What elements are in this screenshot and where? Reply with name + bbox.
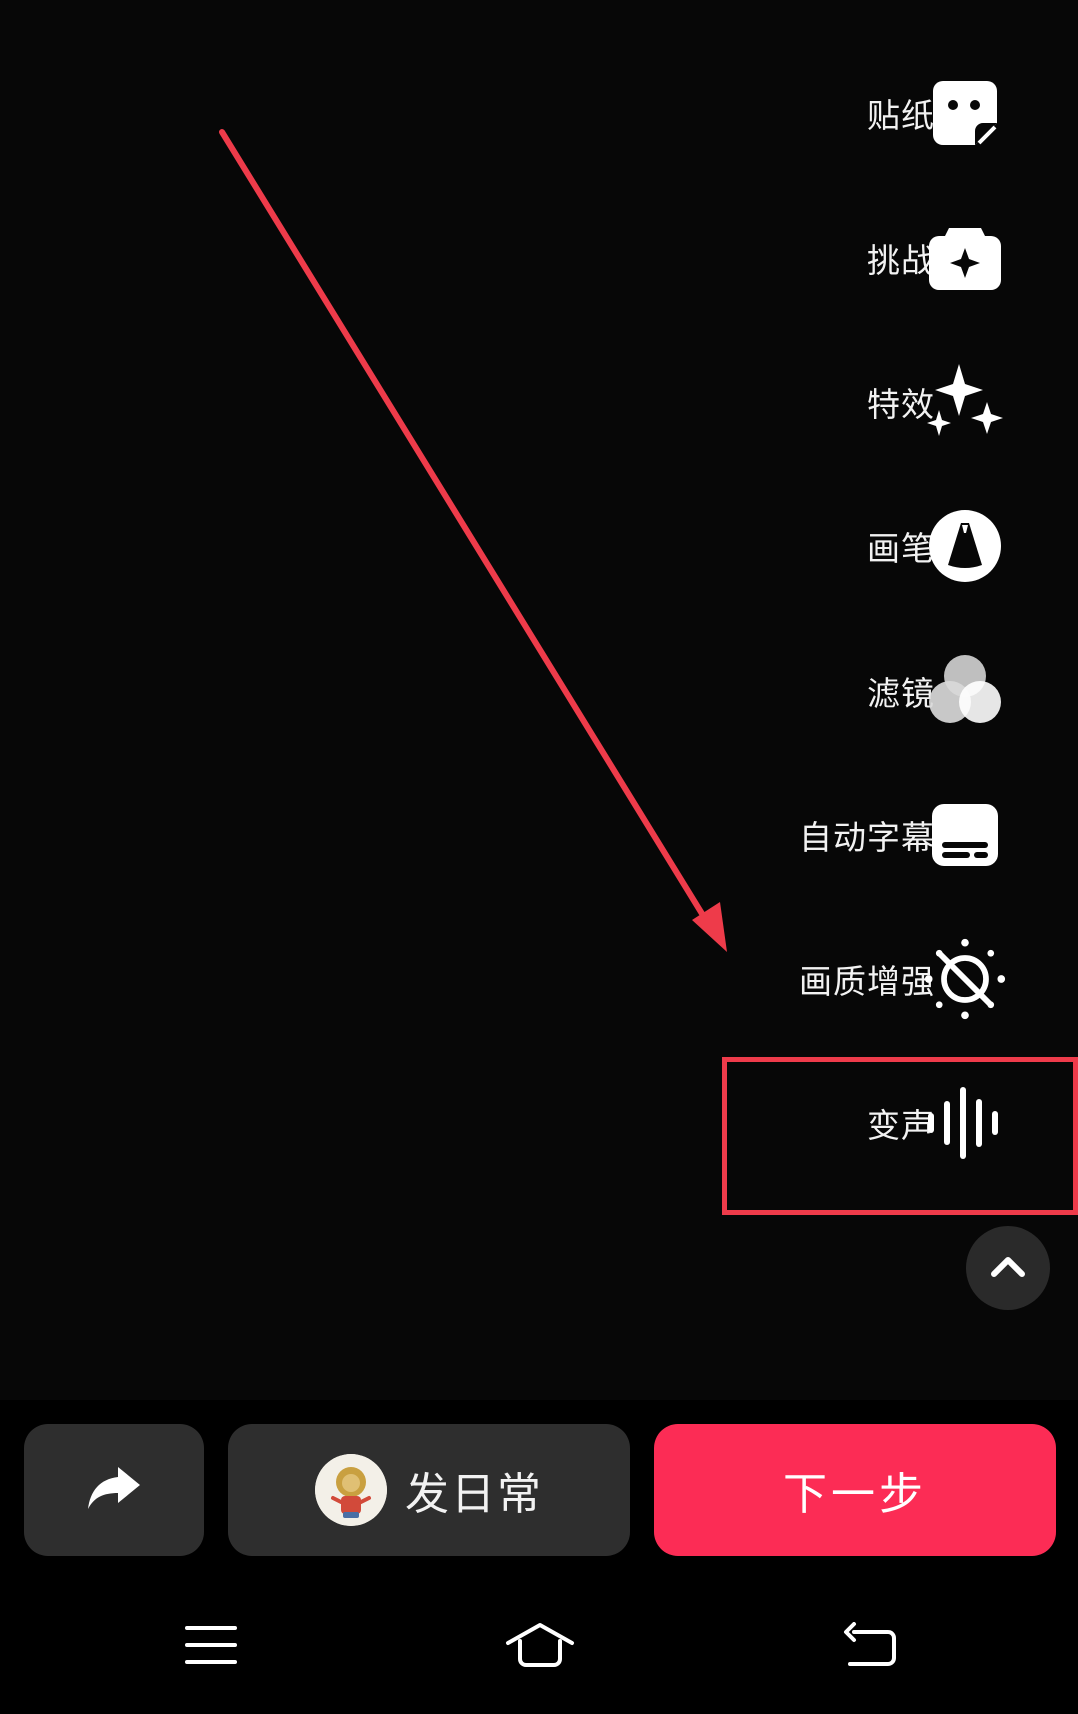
- bottom-action-bar: 发日常 下一步: [0, 1400, 1078, 1580]
- tool-label-enhance: 画质增强: [799, 962, 935, 1001]
- back-icon[interactable]: [824, 1610, 914, 1680]
- avatar: [315, 1454, 387, 1526]
- brush-icon: [923, 504, 1007, 588]
- tool-sticker[interactable]: 贴纸: [0, 58, 1078, 168]
- post-daily-button[interactable]: 发日常: [228, 1424, 630, 1556]
- menu-icon[interactable]: [166, 1610, 256, 1680]
- share-arrow-icon: [86, 1465, 142, 1515]
- captions-icon: [923, 793, 1007, 877]
- post-daily-label: 发日常: [405, 1469, 543, 1520]
- tool-brush[interactable]: 画笔: [0, 491, 1078, 601]
- next-step-button[interactable]: 下一步: [654, 1424, 1056, 1556]
- tool-captions[interactable]: 自动字幕: [0, 780, 1078, 890]
- tool-challenge[interactable]: 挑战: [0, 203, 1078, 313]
- challenge-icon: [923, 216, 1007, 300]
- tool-voice[interactable]: 变声: [0, 1068, 1078, 1178]
- enhance-off-icon: [923, 937, 1007, 1021]
- tool-effects[interactable]: 特效: [0, 347, 1078, 457]
- collapse-tools-button[interactable]: [966, 1226, 1050, 1310]
- share-button[interactable]: [24, 1424, 204, 1556]
- tool-label-captions: 自动字幕: [799, 818, 935, 857]
- next-step-label: 下一步: [783, 1469, 927, 1520]
- tool-filter[interactable]: 滤镜: [0, 636, 1078, 746]
- sparkles-icon: [923, 360, 1007, 444]
- chevron-up-icon: [990, 1254, 1026, 1282]
- tool-enhance[interactable]: 画质增强: [0, 924, 1078, 1034]
- home-icon[interactable]: [495, 1610, 585, 1680]
- voice-wave-icon: [923, 1081, 1007, 1165]
- filter-icon: [923, 649, 1007, 733]
- system-nav-bar: [0, 1580, 1078, 1714]
- sticker-icon: [923, 71, 1007, 155]
